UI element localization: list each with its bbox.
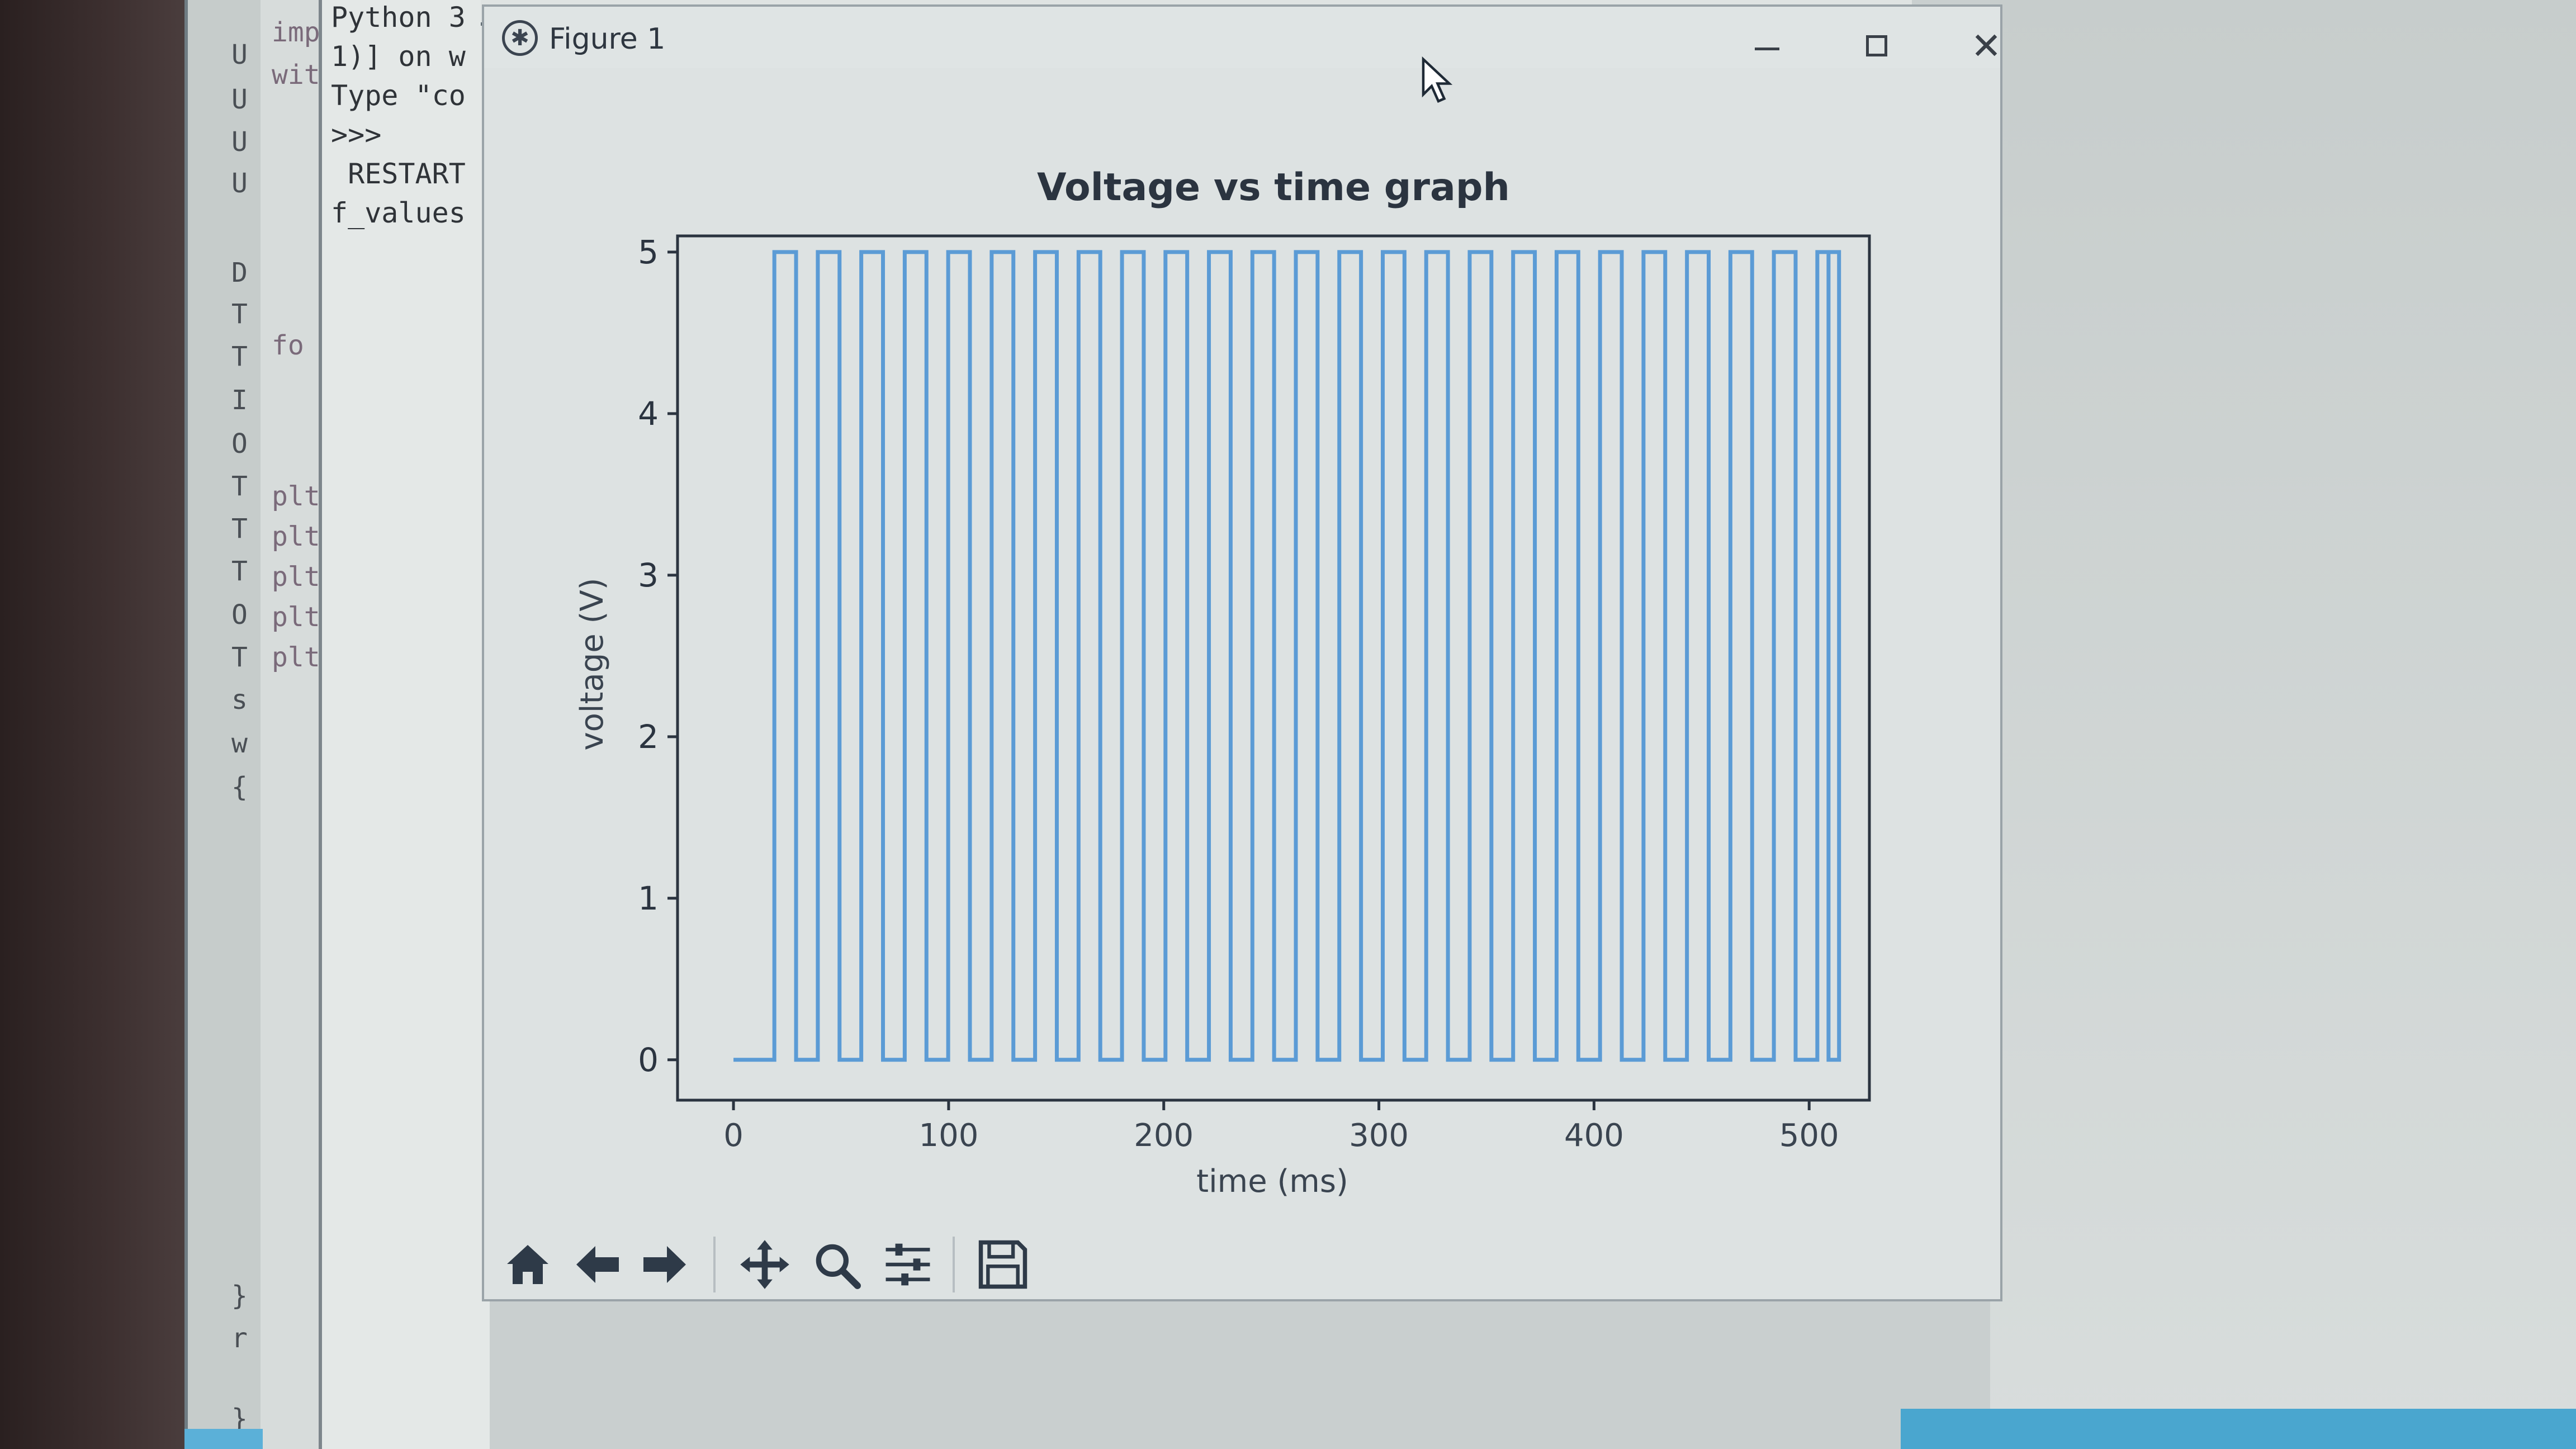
editor-gutter-char: T bbox=[231, 471, 248, 502]
editor-gutter-char: U bbox=[231, 84, 248, 115]
editor-gutter-char: T bbox=[231, 556, 248, 587]
x-axis-ticks: 0 100 200 300 400 500 bbox=[723, 1100, 1839, 1154]
y-tick-label: 0 bbox=[638, 1041, 659, 1079]
floppy-disk-icon bbox=[978, 1240, 1027, 1289]
zoom-button[interactable] bbox=[803, 1231, 870, 1298]
editor-gutter-char: I bbox=[231, 385, 248, 416]
editor-gutter-char: O bbox=[231, 428, 248, 460]
navigation-toolbar bbox=[494, 1231, 1053, 1298]
x-axis-label: time (ms) bbox=[1196, 1163, 1348, 1200]
editor-gutter-char: U bbox=[231, 39, 248, 70]
monitor-bezel bbox=[0, 0, 184, 1449]
y-tick-label: 3 bbox=[638, 556, 659, 594]
shell-output-line: >>> bbox=[331, 119, 382, 151]
series-line-voltage bbox=[733, 250, 1841, 1062]
editor-gutter-char: T bbox=[231, 513, 248, 544]
y-tick-label: 4 bbox=[638, 395, 659, 433]
editor-code-line: plt bbox=[272, 561, 320, 593]
arrow-left-icon bbox=[576, 1246, 619, 1283]
x-tick-label: 100 bbox=[918, 1117, 978, 1154]
taskbar bbox=[1901, 1409, 2576, 1449]
editor-gutter-char: r bbox=[231, 1323, 248, 1354]
x-tick-label: 0 bbox=[723, 1117, 744, 1154]
forward-button[interactable] bbox=[632, 1231, 699, 1298]
y-tick-label: 2 bbox=[638, 718, 659, 756]
desktop-background bbox=[1990, 0, 2576, 1449]
pan-button[interactable] bbox=[731, 1231, 798, 1298]
editor-code-line: plt bbox=[272, 642, 320, 673]
shell-output-line: 1)] on w bbox=[331, 40, 466, 73]
editor-gutter: U U U U D T T I O T T T O Ts w{} r} bbox=[188, 0, 261, 1449]
background-shell-window: Python 3 1)] on w Type "co >>> RESTART f_val… bbox=[319, 0, 490, 1449]
editor-gutter-char: } bbox=[231, 1280, 248, 1311]
taskbar-left-edge bbox=[184, 1429, 263, 1449]
editor-gutter-char: T bbox=[231, 642, 248, 673]
x-tick-label: 400 bbox=[1564, 1117, 1624, 1154]
figure-window: ✱ Figure 1 ✕ Voltage vs time graph 01234… bbox=[482, 4, 2002, 1301]
y-axis-ticks: 0 1 2 3 4 5 bbox=[638, 233, 678, 1079]
y-axis-label: voltage (V) bbox=[574, 577, 610, 750]
editor-gutter-char: s bbox=[231, 684, 248, 716]
editor-gutter-char: O bbox=[231, 599, 248, 631]
editor-code-line: imp bbox=[272, 17, 320, 48]
arrow-right-icon bbox=[643, 1246, 686, 1283]
editor-gutter-char: U bbox=[231, 126, 248, 158]
editor-gutter-char: T bbox=[231, 299, 248, 330]
editor-code-line: plt bbox=[272, 521, 320, 552]
editor-gutter-char: T bbox=[231, 341, 248, 372]
toolbar-separator bbox=[713, 1237, 716, 1292]
editor-gutter-char: U bbox=[231, 168, 248, 199]
magnifier-icon bbox=[816, 1244, 861, 1289]
shell-output-line: Python 3 bbox=[331, 1, 466, 34]
home-button[interactable] bbox=[494, 1231, 561, 1298]
sliders-icon bbox=[886, 1243, 930, 1286]
editor-code-line: plt bbox=[272, 481, 320, 512]
y-tick-label: 5 bbox=[638, 233, 659, 271]
back-button[interactable] bbox=[564, 1231, 631, 1298]
editor-gutter-char: w bbox=[231, 728, 248, 759]
shell-output-line: f_values bbox=[331, 197, 466, 229]
x-tick-label: 500 bbox=[1779, 1117, 1839, 1154]
home-icon bbox=[507, 1245, 548, 1284]
chart-title: Voltage vs time graph bbox=[1037, 165, 1510, 210]
plot-area: Voltage vs time graph 0 1 2 3 4 5 0 100 200 300 4… bbox=[574, 165, 1871, 1200]
toolbar-separator bbox=[953, 1237, 955, 1292]
x-tick-label: 200 bbox=[1134, 1117, 1194, 1154]
mouse-cursor-icon bbox=[1422, 56, 1453, 103]
shell-output-line: RESTART bbox=[331, 158, 466, 190]
editor-gutter-char: { bbox=[231, 771, 248, 803]
save-button[interactable] bbox=[969, 1231, 1036, 1298]
editor-code-line: fo bbox=[272, 330, 304, 361]
editor-code-line: wit bbox=[272, 59, 320, 91]
x-tick-label: 300 bbox=[1349, 1117, 1409, 1154]
editor-code-line: plt bbox=[272, 602, 320, 633]
shell-output-line: Type "co bbox=[331, 79, 466, 112]
editor-gutter-char: D bbox=[231, 257, 248, 288]
move-icon bbox=[740, 1240, 789, 1289]
y-tick-label: 1 bbox=[638, 879, 659, 917]
configure-subplots-button[interactable] bbox=[874, 1231, 941, 1298]
